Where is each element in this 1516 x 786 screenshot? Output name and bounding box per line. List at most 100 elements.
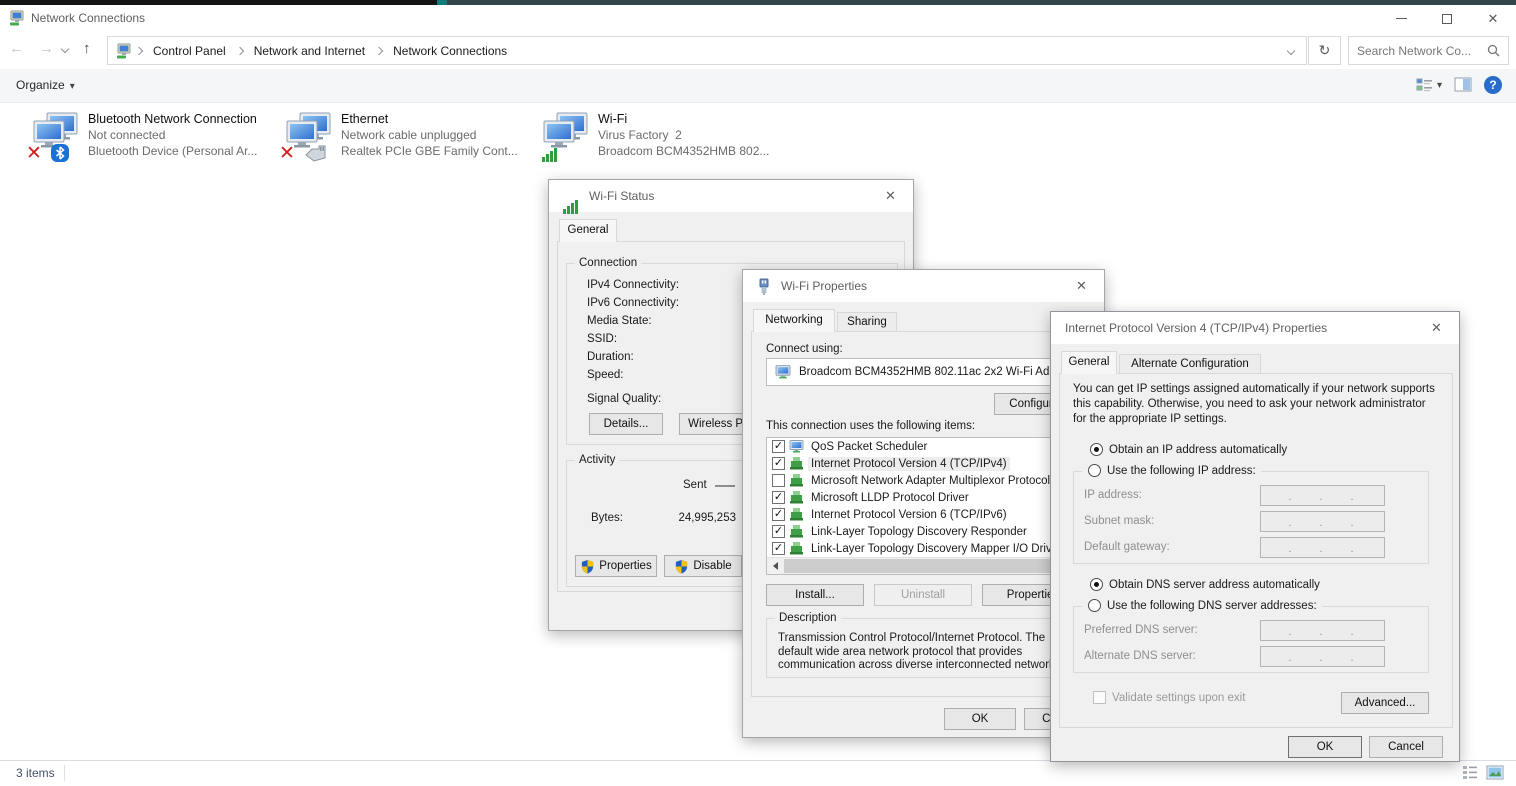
breadcrumb-item[interactable]: Control Panel (144, 44, 235, 58)
use-ip-group: Use the following IP address: IP address… (1073, 471, 1429, 564)
protocol-item[interactable]: QoS Packet Scheduler (767, 438, 1083, 455)
details-button[interactable]: Details... (589, 413, 663, 435)
use-dns-radio[interactable] (1088, 599, 1101, 612)
ok-button[interactable]: OK (1288, 736, 1362, 758)
use-dns-radio-row[interactable]: Use the following DNS server addresses: (1082, 599, 1322, 612)
status-bar: 3 items (0, 760, 1516, 786)
obtain-dns-radio[interactable] (1090, 578, 1103, 591)
protocol-item[interactable]: Microsoft Network Adapter Multiplexor Pr… (767, 472, 1083, 489)
protocol-checkbox[interactable] (772, 508, 785, 521)
connection-fields: IPv4 Connectivity:IPv6 Connectivity:Medi… (587, 276, 679, 408)
protocol-item[interactable]: Microsoft LLDP Protocol Driver (767, 489, 1083, 506)
tab-alternate-configuration[interactable]: Alternate Configuration (1119, 354, 1261, 374)
network-connections-icon (9, 10, 25, 26)
window-title: Network Connections (31, 11, 145, 25)
connection-name: Bluetooth Network Connection (88, 111, 257, 127)
title-bar: Network Connections ✕ (0, 5, 1516, 32)
details-view-toggle[interactable] (1462, 765, 1478, 780)
connection-device: Bluetooth Device (Personal Ar... (88, 143, 257, 159)
address-input: ... (1260, 646, 1385, 667)
install-button[interactable]: Install... (766, 584, 864, 606)
tab-networking[interactable]: Networking (753, 309, 835, 332)
protocol-checkbox[interactable] (772, 491, 785, 504)
obtain-dns-radio-row[interactable]: Obtain DNS server address automatically (1084, 578, 1320, 591)
address-field-row: Default gateway: ... (1074, 537, 1428, 563)
protocol-label: QoS Packet Scheduler (808, 440, 930, 454)
protocol-checkbox[interactable] (772, 542, 785, 555)
preview-pane-button[interactable] (1454, 77, 1472, 93)
tab-general[interactable]: General (1061, 351, 1117, 374)
scrollbar-thumb[interactable] (784, 559, 1056, 573)
obtain-ip-radio-row[interactable]: Obtain an IP address automatically (1084, 443, 1287, 456)
protocol-item[interactable]: Link-Layer Topology Discovery Responder (767, 523, 1083, 540)
close-icon[interactable]: ✕ (1059, 270, 1104, 302)
protocol-checkbox[interactable] (772, 457, 785, 470)
tab-sharing[interactable]: Sharing (837, 312, 897, 332)
status-field-label: IPv6 Connectivity: (587, 294, 679, 312)
protocol-item[interactable]: Internet Protocol Version 4 (TCP/IPv4) (767, 455, 1083, 472)
protocol-checkbox[interactable] (772, 440, 785, 453)
close-button[interactable]: ✕ (1470, 5, 1516, 32)
cancel-button[interactable]: Cancel (1369, 736, 1443, 758)
ip-fields: IP address: ... Subnet mask: ... Default… (1074, 485, 1428, 563)
address-dropdown-icon[interactable] (1287, 46, 1295, 54)
use-ip-radio[interactable] (1088, 464, 1101, 477)
organize-button[interactable]: Organize▾ (16, 78, 75, 92)
statusbar-divider (64, 765, 65, 781)
tab-general[interactable]: General (559, 219, 617, 242)
sent-label: Sent (683, 479, 707, 491)
breadcrumb-item[interactable]: Network Connections (384, 44, 516, 58)
forward-button[interactable]: → (39, 40, 54, 57)
up-button[interactable]: ↑ (83, 40, 91, 57)
breadcrumb-chevron-icon (135, 46, 143, 54)
adapter-display: Broadcom BCM4352HMB 802.11ac 2x2 Wi-Fi A… (766, 358, 1084, 386)
use-ip-radio-row[interactable]: Use the following IP address: (1082, 464, 1261, 477)
search-box[interactable] (1348, 36, 1509, 65)
maximize-button[interactable] (1424, 5, 1470, 32)
change-view-button[interactable]: ▾ (1416, 77, 1442, 94)
back-button[interactable]: ← (9, 40, 24, 57)
ok-button[interactable]: OK (944, 708, 1016, 730)
connection-item[interactable]: ✕ Ethernet Network cable unplugged Realt… (283, 110, 535, 162)
horizontal-scrollbar[interactable] (767, 557, 1083, 574)
history-dropdown-icon[interactable] (61, 45, 69, 53)
protocol-checkbox[interactable] (772, 525, 785, 538)
disable-button[interactable]: Disable (664, 555, 742, 577)
protocol-label: Link-Layer Topology Discovery Mapper I/O… (808, 542, 1065, 556)
uninstall-button: Uninstall (874, 584, 972, 606)
obtain-ip-radio[interactable] (1090, 443, 1103, 456)
validate-label: Validate settings upon exit (1112, 692, 1245, 704)
properties-button[interactable]: Properties (575, 555, 657, 577)
description-group-label: Description (775, 611, 841, 625)
close-icon[interactable]: ✕ (1414, 312, 1459, 344)
protocol-label: Internet Protocol Version 6 (TCP/IPv6) (808, 508, 1010, 522)
help-button[interactable]: ? (1484, 76, 1502, 94)
connection-item[interactable]: ✕ Wi-Fi Virus Factory 2 Broadcom BCM4352… (540, 110, 792, 162)
address-bar[interactable]: Control Panel Network and Internet Network… (107, 36, 1307, 65)
uac-shield-icon (580, 559, 595, 574)
connection-group-label: Connection (575, 256, 641, 270)
breadcrumb-item[interactable]: Network and Internet (245, 44, 374, 58)
thumbnail-view-toggle[interactable] (1486, 765, 1504, 780)
monitor-icon (789, 440, 804, 453)
protocol-item[interactable]: Internet Protocol Version 6 (TCP/IPv6) (767, 506, 1083, 523)
minimize-button[interactable] (1378, 5, 1424, 32)
advanced-button[interactable]: Advanced... (1341, 692, 1429, 714)
description-group: Description Transmission Control Protoco… (766, 618, 1084, 678)
address-input: ... (1260, 620, 1385, 641)
address-field-label: Subnet mask: (1084, 515, 1154, 527)
protocol-checkbox[interactable] (772, 474, 785, 487)
protocol-item[interactable]: Link-Layer Topology Discovery Mapper I/O… (767, 540, 1083, 557)
close-icon[interactable]: ✕ (868, 180, 913, 212)
wifi-status-titlebar: Wi-Fi Status ✕ (549, 180, 913, 212)
connection-icon: ✕ (540, 112, 594, 160)
connection-text: Bluetooth Network Connection Not connect… (88, 111, 257, 159)
protocol-socket-icon (789, 542, 804, 555)
refresh-button[interactable]: ↻ (1308, 36, 1341, 65)
connection-item[interactable]: ✕ Bluetooth Network Connection Not conne… (30, 110, 282, 162)
ipv4-intro-text: You can get IP settings assigned automat… (1073, 382, 1441, 427)
search-input[interactable] (1357, 44, 1487, 58)
address-field-row: IP address: ... (1074, 485, 1428, 511)
scroll-left-arrow[interactable] (767, 558, 784, 574)
disconnected-x-icon: ✕ (279, 144, 295, 163)
